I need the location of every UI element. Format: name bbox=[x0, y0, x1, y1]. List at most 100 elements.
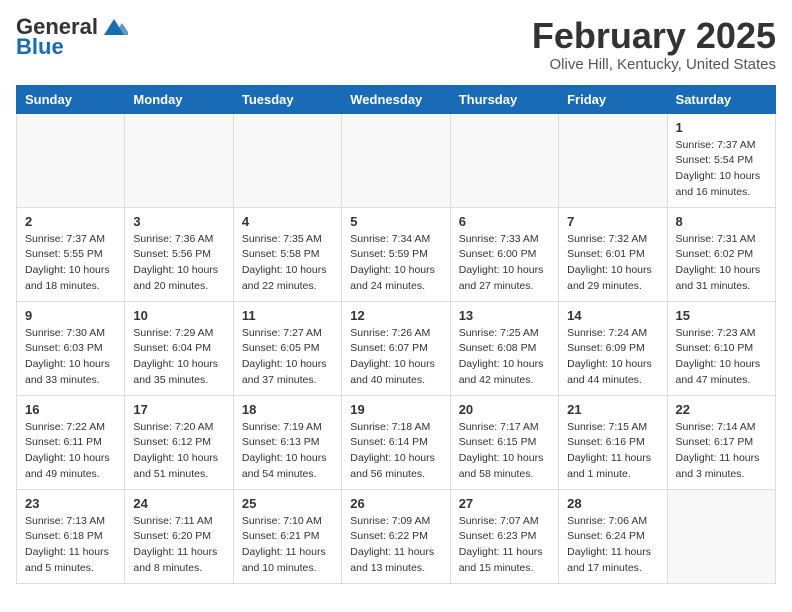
day-info: Sunrise: 7:32 AM Sunset: 6:01 PM Dayligh… bbox=[567, 232, 658, 295]
calendar-day bbox=[559, 113, 667, 207]
day-number: 27 bbox=[459, 496, 550, 511]
day-info: Sunrise: 7:10 AM Sunset: 6:21 PM Dayligh… bbox=[242, 514, 333, 577]
day-info: Sunrise: 7:14 AM Sunset: 6:17 PM Dayligh… bbox=[676, 420, 767, 483]
day-number: 22 bbox=[676, 402, 767, 417]
day-info: Sunrise: 7:34 AM Sunset: 5:59 PM Dayligh… bbox=[350, 232, 441, 295]
calendar-day: 18 Sunrise: 7:19 AM Sunset: 6:13 PM Dayli… bbox=[233, 395, 341, 489]
day-info: Sunrise: 7:29 AM Sunset: 6:04 PM Dayligh… bbox=[133, 326, 224, 389]
day-number: 3 bbox=[133, 214, 224, 229]
calendar-day: 25 Sunrise: 7:10 AM Sunset: 6:21 PM Dayli… bbox=[233, 489, 341, 583]
day-info: Sunrise: 7:30 AM Sunset: 6:03 PM Dayligh… bbox=[25, 326, 116, 389]
day-number: 2 bbox=[25, 214, 116, 229]
calendar-day: 27 Sunrise: 7:07 AM Sunset: 6:23 PM Dayli… bbox=[450, 489, 558, 583]
calendar-day bbox=[667, 489, 775, 583]
day-number: 19 bbox=[350, 402, 441, 417]
calendar-day: 2 Sunrise: 7:37 AM Sunset: 5:55 PM Daylig… bbox=[17, 207, 125, 301]
day-info: Sunrise: 7:37 AM Sunset: 5:55 PM Dayligh… bbox=[25, 232, 116, 295]
calendar-table: SundayMondayTuesdayWednesdayThursdayFrid… bbox=[16, 85, 776, 584]
calendar-day: 21 Sunrise: 7:15 AM Sunset: 6:16 PM Dayli… bbox=[559, 395, 667, 489]
day-info: Sunrise: 7:07 AM Sunset: 6:23 PM Dayligh… bbox=[459, 514, 550, 577]
calendar-day: 9 Sunrise: 7:30 AM Sunset: 6:03 PM Daylig… bbox=[17, 301, 125, 395]
day-number: 18 bbox=[242, 402, 333, 417]
calendar-week-3: 9 Sunrise: 7:30 AM Sunset: 6:03 PM Daylig… bbox=[17, 301, 776, 395]
calendar-day bbox=[450, 113, 558, 207]
calendar-day: 20 Sunrise: 7:17 AM Sunset: 6:15 PM Dayli… bbox=[450, 395, 558, 489]
calendar-day: 13 Sunrise: 7:25 AM Sunset: 6:08 PM Dayli… bbox=[450, 301, 558, 395]
day-info: Sunrise: 7:09 AM Sunset: 6:22 PM Dayligh… bbox=[350, 514, 441, 577]
day-number: 5 bbox=[350, 214, 441, 229]
day-info: Sunrise: 7:22 AM Sunset: 6:11 PM Dayligh… bbox=[25, 420, 116, 483]
day-header-wednesday: Wednesday bbox=[342, 85, 450, 113]
calendar-day: 11 Sunrise: 7:27 AM Sunset: 6:05 PM Dayli… bbox=[233, 301, 341, 395]
calendar-day bbox=[342, 113, 450, 207]
page-header: General Blue February 2025 Olive Hill, K… bbox=[16, 16, 776, 73]
day-info: Sunrise: 7:18 AM Sunset: 6:14 PM Dayligh… bbox=[350, 420, 441, 483]
day-number: 11 bbox=[242, 308, 333, 323]
calendar-day: 22 Sunrise: 7:14 AM Sunset: 6:17 PM Dayli… bbox=[667, 395, 775, 489]
calendar-day bbox=[17, 113, 125, 207]
calendar-day bbox=[125, 113, 233, 207]
day-header-friday: Friday bbox=[559, 85, 667, 113]
day-number: 24 bbox=[133, 496, 224, 511]
calendar-day: 26 Sunrise: 7:09 AM Sunset: 6:22 PM Dayli… bbox=[342, 489, 450, 583]
day-info: Sunrise: 7:23 AM Sunset: 6:10 PM Dayligh… bbox=[676, 326, 767, 389]
calendar-day: 24Sunrise: 7:11 AM Sunset: 6:20 PM Dayli… bbox=[125, 489, 233, 583]
day-info: Sunrise: 7:35 AM Sunset: 5:58 PM Dayligh… bbox=[242, 232, 333, 295]
day-number: 25 bbox=[242, 496, 333, 511]
day-header-sunday: Sunday bbox=[17, 85, 125, 113]
title-section: February 2025 Olive Hill, Kentucky, Unit… bbox=[532, 16, 776, 73]
location: Olive Hill, Kentucky, United States bbox=[532, 56, 776, 73]
calendar-day bbox=[233, 113, 341, 207]
calendar-week-1: 1 Sunrise: 7:37 AM Sunset: 5:54 PM Daylig… bbox=[17, 113, 776, 207]
day-header-tuesday: Tuesday bbox=[233, 85, 341, 113]
day-number: 7 bbox=[567, 214, 658, 229]
calendar-week-5: 23Sunrise: 7:13 AM Sunset: 6:18 PM Dayli… bbox=[17, 489, 776, 583]
calendar-day: 1 Sunrise: 7:37 AM Sunset: 5:54 PM Daylig… bbox=[667, 113, 775, 207]
calendar-day: 12 Sunrise: 7:26 AM Sunset: 6:07 PM Dayli… bbox=[342, 301, 450, 395]
calendar-header-row: SundayMondayTuesdayWednesdayThursdayFrid… bbox=[17, 85, 776, 113]
day-number: 16 bbox=[25, 402, 116, 417]
calendar-day: 15 Sunrise: 7:23 AM Sunset: 6:10 PM Dayli… bbox=[667, 301, 775, 395]
calendar-day: 10 Sunrise: 7:29 AM Sunset: 6:04 PM Dayli… bbox=[125, 301, 233, 395]
calendar-day: 14Sunrise: 7:24 AM Sunset: 6:09 PM Dayli… bbox=[559, 301, 667, 395]
day-number: 12 bbox=[350, 308, 441, 323]
day-number: 15 bbox=[676, 308, 767, 323]
day-info: Sunrise: 7:26 AM Sunset: 6:07 PM Dayligh… bbox=[350, 326, 441, 389]
day-info: Sunrise: 7:20 AM Sunset: 6:12 PM Dayligh… bbox=[133, 420, 224, 483]
day-info: Sunrise: 7:36 AM Sunset: 5:56 PM Dayligh… bbox=[133, 232, 224, 295]
day-number: 21 bbox=[567, 402, 658, 417]
day-number: 13 bbox=[459, 308, 550, 323]
day-info: Sunrise: 7:25 AM Sunset: 6:08 PM Dayligh… bbox=[459, 326, 550, 389]
calendar-day: 5 Sunrise: 7:34 AM Sunset: 5:59 PM Daylig… bbox=[342, 207, 450, 301]
calendar-day: 6 Sunrise: 7:33 AM Sunset: 6:00 PM Daylig… bbox=[450, 207, 558, 301]
day-number: 26 bbox=[350, 496, 441, 511]
day-number: 1 bbox=[676, 120, 767, 135]
day-info: Sunrise: 7:37 AM Sunset: 5:54 PM Dayligh… bbox=[676, 138, 767, 201]
calendar-day: 19 Sunrise: 7:18 AM Sunset: 6:14 PM Dayli… bbox=[342, 395, 450, 489]
calendar-day: 23Sunrise: 7:13 AM Sunset: 6:18 PM Dayli… bbox=[17, 489, 125, 583]
day-number: 4 bbox=[242, 214, 333, 229]
day-info: Sunrise: 7:24 AM Sunset: 6:09 PM Dayligh… bbox=[567, 326, 658, 389]
day-info: Sunrise: 7:27 AM Sunset: 6:05 PM Dayligh… bbox=[242, 326, 333, 389]
calendar-day: 28Sunrise: 7:06 AM Sunset: 6:24 PM Dayli… bbox=[559, 489, 667, 583]
logo-blue: Blue bbox=[16, 34, 64, 60]
calendar-week-4: 16 Sunrise: 7:22 AM Sunset: 6:11 PM Dayli… bbox=[17, 395, 776, 489]
calendar-week-2: 2 Sunrise: 7:37 AM Sunset: 5:55 PM Daylig… bbox=[17, 207, 776, 301]
day-info: Sunrise: 7:15 AM Sunset: 6:16 PM Dayligh… bbox=[567, 420, 658, 483]
logo-icon bbox=[100, 17, 128, 37]
day-header-thursday: Thursday bbox=[450, 85, 558, 113]
day-number: 6 bbox=[459, 214, 550, 229]
day-number: 17 bbox=[133, 402, 224, 417]
day-header-saturday: Saturday bbox=[667, 85, 775, 113]
day-info: Sunrise: 7:17 AM Sunset: 6:15 PM Dayligh… bbox=[459, 420, 550, 483]
day-info: Sunrise: 7:33 AM Sunset: 6:00 PM Dayligh… bbox=[459, 232, 550, 295]
calendar-day: 17 Sunrise: 7:20 AM Sunset: 6:12 PM Dayli… bbox=[125, 395, 233, 489]
calendar-day: 16 Sunrise: 7:22 AM Sunset: 6:11 PM Dayli… bbox=[17, 395, 125, 489]
calendar-day: 3 Sunrise: 7:36 AM Sunset: 5:56 PM Daylig… bbox=[125, 207, 233, 301]
day-info: Sunrise: 7:19 AM Sunset: 6:13 PM Dayligh… bbox=[242, 420, 333, 483]
day-number: 20 bbox=[459, 402, 550, 417]
day-number: 10 bbox=[133, 308, 224, 323]
day-number: 9 bbox=[25, 308, 116, 323]
calendar-day: 8Sunrise: 7:31 AM Sunset: 6:02 PM Daylig… bbox=[667, 207, 775, 301]
day-info: Sunrise: 7:13 AM Sunset: 6:18 PM Dayligh… bbox=[25, 514, 116, 577]
